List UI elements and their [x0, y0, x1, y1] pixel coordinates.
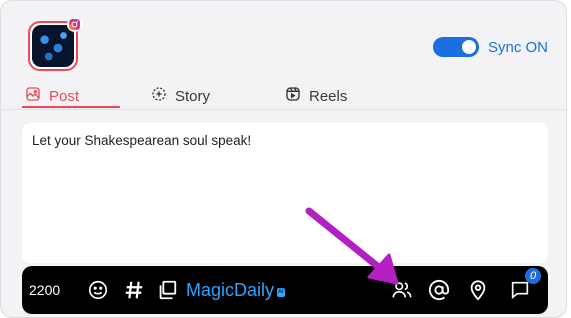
location-pin-icon[interactable]	[466, 278, 490, 302]
character-count: 2200	[29, 282, 61, 298]
active-tab-indicator	[22, 106, 120, 108]
sync-label: Sync ON	[488, 38, 549, 56]
caption-textarea[interactable]: Let your Shakespearean soul speak!	[22, 123, 548, 263]
post-type-tabs: Post Story Reels	[1, 85, 566, 110]
magicdaily-button[interactable]: MagicDaily AI	[186, 278, 285, 302]
account-avatar[interactable]	[28, 17, 82, 71]
tab-label: Reels	[309, 87, 348, 105]
caption-toolbar: 2200 MagicDaily AI 0	[22, 266, 548, 314]
tab-label: Story	[175, 87, 211, 105]
image-icon	[25, 86, 41, 106]
caption-text: Let your Shakespearean soul speak!	[32, 133, 252, 148]
tab-label: Post	[49, 87, 80, 105]
ai-badge: AI	[277, 287, 285, 297]
mention-icon[interactable]	[427, 278, 451, 302]
comment-count-badge: 0	[525, 268, 541, 284]
hashtag-icon[interactable]	[122, 278, 146, 302]
sync-toggle[interactable]	[433, 37, 479, 57]
tab-reels[interactable]: Reels	[285, 85, 347, 107]
post-composer-card: Sync ON Post Story Reels Let your Shakes…	[0, 0, 567, 318]
avatar-image	[32, 25, 74, 67]
brand-label: MagicDaily	[186, 279, 275, 300]
story-plus-icon	[151, 86, 167, 106]
tab-story[interactable]: Story	[151, 85, 210, 107]
tab-post[interactable]: Post	[25, 85, 79, 107]
copy-icon[interactable]	[155, 278, 179, 302]
instagram-icon	[67, 17, 82, 32]
sync-control[interactable]: Sync ON	[433, 37, 548, 57]
emoji-icon[interactable]	[86, 278, 110, 302]
annotation-arrow	[305, 207, 399, 285]
toggle-knob	[462, 40, 476, 54]
reels-icon	[285, 86, 301, 106]
